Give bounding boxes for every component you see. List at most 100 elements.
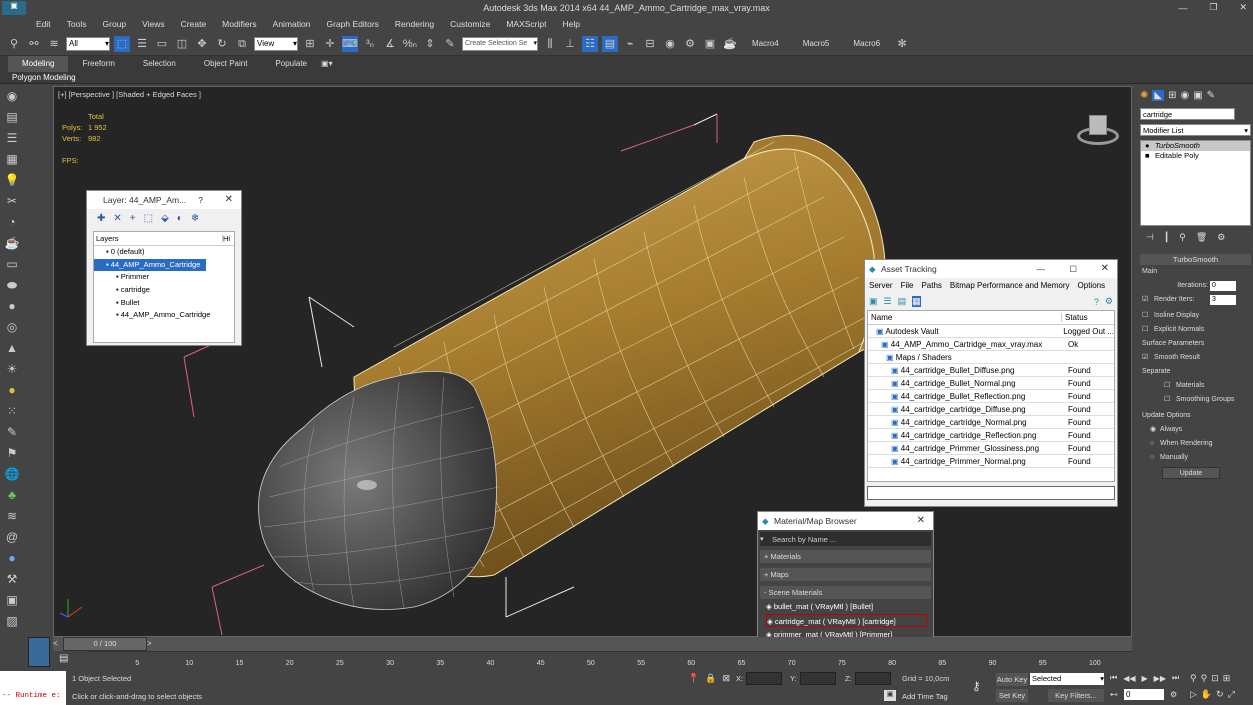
menu-animation[interactable]: Animation	[265, 16, 319, 32]
highlight-layer-icon[interactable]: ⬙	[161, 213, 169, 224]
menu-maxscript[interactable]: MAXScript	[498, 16, 554, 32]
spiral-icon[interactable]: @	[3, 530, 21, 548]
menu-create[interactable]: Create	[173, 16, 215, 32]
asset-row[interactable]: ▣ 44_cartridge_Bullet_Diffuse.png Found	[868, 364, 1114, 377]
iterations-spinner[interactable]: 0	[1210, 281, 1236, 291]
stack-item-editable-poly[interactable]: ■ Editable Poly	[1141, 151, 1250, 161]
key-mode-toggle-icon[interactable]: ⊷	[1110, 690, 1118, 699]
group-scene-materials[interactable]: - Scene Materials	[760, 586, 931, 599]
key-mode-icon[interactable]: ⚷	[972, 679, 981, 693]
select-object-icon[interactable]: ⬚	[114, 35, 130, 52]
delete-layer-icon[interactable]: ✕	[113, 213, 121, 224]
mirror-icon[interactable]: ⫼	[542, 36, 558, 52]
list-icon[interactable]: ☰	[3, 131, 21, 149]
globe-icon[interactable]: 🌐	[3, 467, 21, 485]
auto-key-button[interactable]: Auto Key	[996, 673, 1028, 686]
close-icon[interactable]: ✕	[225, 191, 233, 209]
minimize-icon[interactable]: —	[1178, 3, 1187, 13]
lock-icon[interactable]: 🔒	[705, 673, 716, 684]
time-slider-right[interactable]: >	[147, 639, 152, 648]
refresh-icon[interactable]: ▣	[869, 296, 878, 307]
menu-tools[interactable]: Tools	[59, 16, 95, 32]
cone-icon[interactable]: ▲	[3, 341, 21, 359]
menu-bitmap-performance[interactable]: Bitmap Performance and Memory	[946, 281, 1074, 290]
explicit-normals-checkbox[interactable]: ☐	[1142, 323, 1154, 337]
macro4-button[interactable]: Macro4	[752, 39, 779, 48]
current-frame-field[interactable]: 0	[1124, 689, 1164, 700]
menu-customize[interactable]: Customize	[442, 16, 498, 32]
select-by-name-icon[interactable]: ☰	[134, 36, 150, 52]
highlight-icon[interactable]: ⚙	[1105, 296, 1117, 307]
material-editor-icon[interactable]: ◉	[662, 36, 678, 52]
thumbnail-icon[interactable]: ▤	[898, 296, 907, 307]
fov-icon[interactable]: ▷	[1190, 689, 1197, 700]
asset-row[interactable]: ▣ 44_cartridge_cartridge_Reflection.png F…	[868, 429, 1114, 442]
helpers-icon[interactable]: ⚑	[3, 446, 21, 464]
key-filters-button[interactable]: Key Filters...	[1048, 689, 1104, 702]
add-time-tag[interactable]: Add Time Tag	[902, 692, 948, 701]
pin-icon[interactable]: 📍	[688, 673, 699, 684]
go-to-start-icon[interactable]: ⏮	[1110, 673, 1117, 683]
col-status[interactable]: Status	[1062, 313, 1088, 322]
menu-help[interactable]: Help	[554, 16, 587, 32]
zoom-icon[interactable]: ⚲	[1190, 673, 1197, 684]
y-coord-field[interactable]	[800, 672, 836, 685]
add-time-tag-icon[interactable]: ▣	[884, 690, 896, 701]
menu-group[interactable]: Group	[95, 16, 135, 32]
render-iters-checkbox[interactable]: ☑	[1142, 293, 1150, 307]
menu-server[interactable]: Server	[865, 281, 897, 290]
group-maps[interactable]: + Maps	[760, 568, 931, 581]
layer-item[interactable]: ▪ cartridge	[94, 284, 234, 297]
render-icon[interactable]: ▣	[3, 593, 21, 611]
z-coord-field[interactable]	[855, 672, 891, 685]
particles-icon[interactable]: ⁙	[3, 404, 21, 422]
rotate-icon[interactable]: ↻	[214, 36, 230, 52]
unlink-icon[interactable]: ⚯	[26, 36, 42, 52]
freeze-all-icon[interactable]: ❄	[191, 213, 199, 224]
table-view-icon[interactable]: ▦	[912, 296, 921, 307]
menu-graph-editors[interactable]: Graph Editors	[318, 16, 386, 32]
select-layer-icon[interactable]: ⬚	[144, 213, 153, 224]
utilities-tab-icon[interactable]: ✎	[1207, 90, 1215, 101]
modify-tab-icon[interactable]: ◣	[1152, 89, 1165, 101]
render-setup-icon[interactable]: ⚙	[682, 36, 698, 52]
plant-icon[interactable]: ♣	[3, 488, 21, 506]
create-layer-icon[interactable]: ✚	[97, 213, 105, 224]
smooth-result-checkbox[interactable]: ☑	[1142, 351, 1154, 365]
menu-modifiers[interactable]: Modifiers	[214, 16, 264, 32]
always-radio[interactable]: ◉	[1150, 423, 1160, 437]
panel-icon[interactable]: ▤	[3, 110, 21, 128]
group-materials[interactable]: + Materials	[760, 550, 931, 563]
asset-row[interactable]: ▣ Autodesk Vault Logged Out ...	[868, 325, 1114, 338]
hide-all-icon[interactable]: ◐	[177, 213, 183, 224]
asset-tracking-titlebar[interactable]: ◆ Asset Tracking — ☐ ✕	[865, 260, 1117, 278]
track-bar-icon[interactable]: ▤	[59, 653, 68, 664]
tab-object-paint[interactable]: Object Paint	[190, 56, 262, 72]
sun-icon[interactable]: ☀	[3, 362, 21, 380]
col-layers[interactable]: Layers	[94, 234, 222, 243]
maxscript-output[interactable]: -- Runtime e:	[0, 688, 66, 705]
restore-icon[interactable]: ❐	[1209, 2, 1217, 13]
asset-row[interactable]: ▣ 44_cartridge_Bullet_Normal.png Found	[868, 377, 1114, 390]
yellow-sphere-icon[interactable]: ●	[3, 383, 21, 401]
light-icon[interactable]: 💡	[3, 173, 21, 191]
render-tool-icon[interactable]: ✻	[894, 36, 910, 52]
relative-icon[interactable]: ⊠	[722, 673, 730, 684]
hierarchy-tab-icon[interactable]: ⊞	[1168, 90, 1176, 101]
layer-help-button[interactable]: ?	[198, 191, 203, 209]
macro6-button[interactable]: Macro6	[853, 39, 880, 48]
layer-item[interactable]: ▪ 44_AMP_Ammo_Cartridge	[94, 258, 206, 272]
link-icon[interactable]: ⚲	[6, 36, 22, 52]
list-view-icon[interactable]: ☰	[884, 296, 892, 307]
eye-icon[interactable]: ◉	[3, 89, 21, 107]
time-slider[interactable]: < 0 / 100 >	[53, 637, 1132, 651]
create-tab-icon[interactable]: ✺	[1140, 90, 1148, 101]
x-coord-field[interactable]	[746, 672, 782, 685]
isoline-checkbox[interactable]: ☐	[1142, 309, 1154, 323]
col-name[interactable]: Name	[868, 313, 1062, 322]
sphere-rotate-icon[interactable]: ◔	[3, 215, 21, 233]
mini-listener-icon[interactable]	[28, 637, 50, 667]
zoom-all-icon[interactable]: ⚲	[1201, 673, 1208, 684]
materials-checkbox[interactable]: ☐	[1164, 379, 1176, 393]
rect-selection-icon[interactable]: ▭	[154, 36, 170, 52]
